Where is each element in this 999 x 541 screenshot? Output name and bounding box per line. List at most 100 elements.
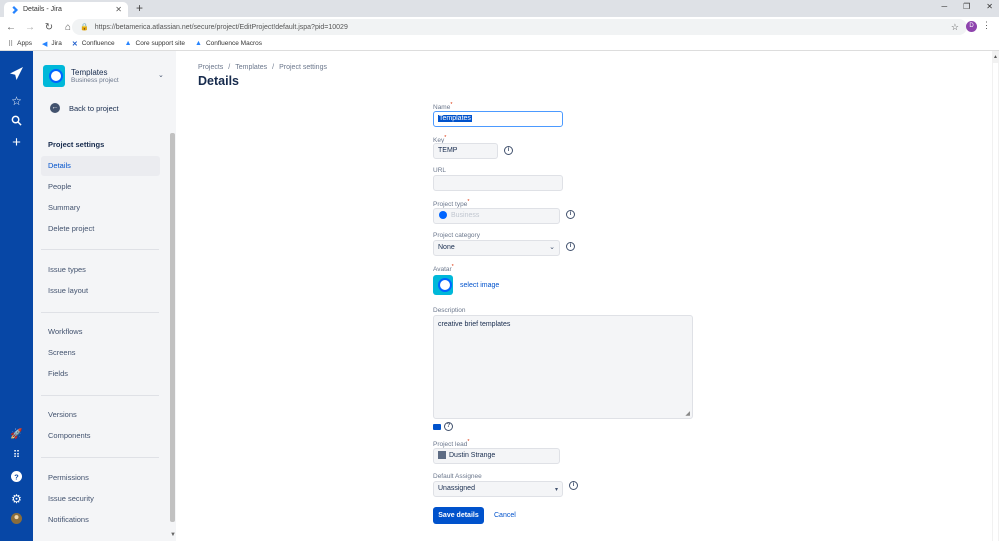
category-label: Project category [433,232,480,239]
restore-icon[interactable]: ❐ [963,2,970,11]
forward-arrow-icon[interactable]: → [22,22,38,33]
project-header[interactable]: Templates Business project [43,65,119,87]
breadcrumb-project-settings[interactable]: Project settings [279,64,327,71]
confluence-icon: ✕ [71,40,78,48]
cancel-button[interactable]: Cancel [494,507,516,524]
bookmark-apps[interactable]: ⠿ Apps [8,40,32,48]
project-avatar-large[interactable] [433,275,453,295]
user-avatar-icon[interactable] [0,513,33,527]
sidebar-item-fields[interactable]: Fields [41,364,160,384]
sidebar-item-permissions[interactable]: Permissions [41,468,160,488]
project-lead-field[interactable]: Dustin Strange [433,448,560,464]
bookmark-confluence[interactable]: ✕ Confluence [72,40,115,48]
search-icon[interactable] [0,115,33,129]
help-icon[interactable]: ? [0,471,33,485]
lock-icon[interactable]: 🔒 [80,23,89,31]
bookmark-jira[interactable]: ◀ Jira [42,40,62,48]
chevron-down-icon: ⌄ [549,244,555,251]
user-avatar-icon [438,451,446,460]
url-field[interactable]: 🔒 https://betamerica.atlassian.net/secur… [72,19,967,35]
chevron-down-icon[interactable]: ⌄ [158,71,164,79]
chevron-down-icon: ▾ [554,487,558,493]
apps-grid-icon: ⠿ [8,40,14,48]
project-lead-label: Project lead* [433,439,470,449]
sidebar-item-notifications[interactable]: Notifications [41,510,160,530]
key-field[interactable]: TEMP [433,143,498,159]
close-window-icon[interactable]: ✕ [986,2,993,11]
sidebar-item-issue-types[interactable]: Issue types [41,260,160,280]
sidebar-item-workflows[interactable]: Workflows [41,322,160,342]
category-info-icon[interactable]: i [566,242,575,251]
app-switcher-icon[interactable]: ⠿ [0,450,33,461]
jira-logo-icon[interactable] [0,67,33,83]
page-scrollbar-thumb[interactable] [993,63,998,541]
sidebar-item-screens[interactable]: Screens [41,343,160,363]
project-type-label: Project type* [433,199,470,209]
breadcrumb: Projects / Templates / Project settings [198,64,327,71]
scroll-down-arrow-icon[interactable]: ▼ [170,532,176,538]
profile-avatar[interactable]: D [966,21,977,32]
global-navigation: ☆ + 🚀 ⠿ ? ⚙ [0,51,33,541]
close-tab-icon[interactable]: ✕ [115,5,122,14]
sidebar-item-summary[interactable]: Summary [41,198,160,218]
bookmark-confluence-macros[interactable]: ▲ Confluence Macros [195,40,262,47]
breadcrumb-separator: / [272,64,275,71]
sidebar-item-delete-project[interactable]: Delete project [41,219,160,239]
key-info-icon[interactable]: i [504,146,513,155]
sidebar-item-versions[interactable]: Versions [41,405,160,425]
sidebar-item-issue-layout[interactable]: Issue layout [41,281,160,301]
resize-handle-icon[interactable]: ◢ [685,410,690,417]
svg-text:?: ? [14,472,19,481]
breadcrumb-templates[interactable]: Templates [235,64,267,71]
browser-tab-bar: Details - Jira ✕ + ─ ❐ ✕ [0,0,999,17]
atlassian-icon: ▲ [124,40,132,47]
sidebar-heading: Project settings [48,140,105,149]
select-image-link[interactable]: select image [460,282,499,289]
project-sidebar: Templates Business project ⌄ ← Back to p… [33,51,176,541]
browser-menu-icon[interactable]: ⋮ [982,20,991,31]
create-plus-icon[interactable]: + [0,134,33,151]
project-type-info-icon[interactable]: i [566,210,575,219]
page-scrollbar[interactable]: ▲ [992,51,999,541]
project-avatar [43,65,65,87]
save-details-button[interactable]: Save details [433,507,484,524]
new-tab-icon[interactable]: + [136,2,143,15]
minimize-icon[interactable]: ─ [941,2,947,11]
assignee-info-icon[interactable]: i [569,481,578,490]
url-input[interactable] [433,175,563,191]
name-field[interactable]: Templates [433,111,563,127]
wiki-markup-icon[interactable] [433,424,441,430]
back-to-project-link[interactable]: ← Back to project [50,103,119,113]
back-arrow-icon[interactable]: ← [3,22,19,33]
reload-icon[interactable]: ↻ [41,22,57,33]
breadcrumb-projects[interactable]: Projects [198,64,223,71]
help-circle-icon[interactable]: ? [444,422,453,431]
bookmark-star-icon[interactable]: ☆ [951,22,959,33]
url-label: URL [433,167,447,174]
atlassian-icon: ▲ [195,40,202,47]
project-name: Templates [71,68,108,77]
sidebar-item-issue-security[interactable]: Issue security [41,489,160,509]
description-textarea[interactable]: creative brief templates ◢ [433,315,693,419]
page-title: Details [198,74,239,88]
sidebar-item-details[interactable]: Details [41,156,160,176]
browser-tab[interactable]: Details - Jira ✕ [4,2,128,17]
sidebar-scrollbar-thumb[interactable] [170,133,175,522]
rocket-icon[interactable]: 🚀 [0,429,33,440]
sidebar-divider [41,395,159,396]
url-text: https://betamerica.atlassian.net/secure/… [94,23,348,31]
sidebar-item-components[interactable]: Components [41,426,160,446]
sidebar-divider [41,249,159,250]
description-label: Description [433,307,466,314]
breadcrumb-separator: / [228,64,231,71]
assignee-select[interactable]: Unassigned ▾ [433,481,563,497]
tab-title: Details - Jira [23,6,62,13]
project-type: Business project [71,77,119,84]
settings-gear-icon[interactable]: ⚙ [0,492,33,506]
bookmark-core-support[interactable]: ▲ Core support site [125,40,185,47]
star-icon[interactable]: ☆ [0,94,33,108]
category-select[interactable]: None ⌄ [433,240,560,256]
sidebar-item-people[interactable]: People [41,177,160,197]
sidebar-divider [41,312,159,313]
scroll-up-arrow-icon[interactable]: ▲ [993,54,998,60]
